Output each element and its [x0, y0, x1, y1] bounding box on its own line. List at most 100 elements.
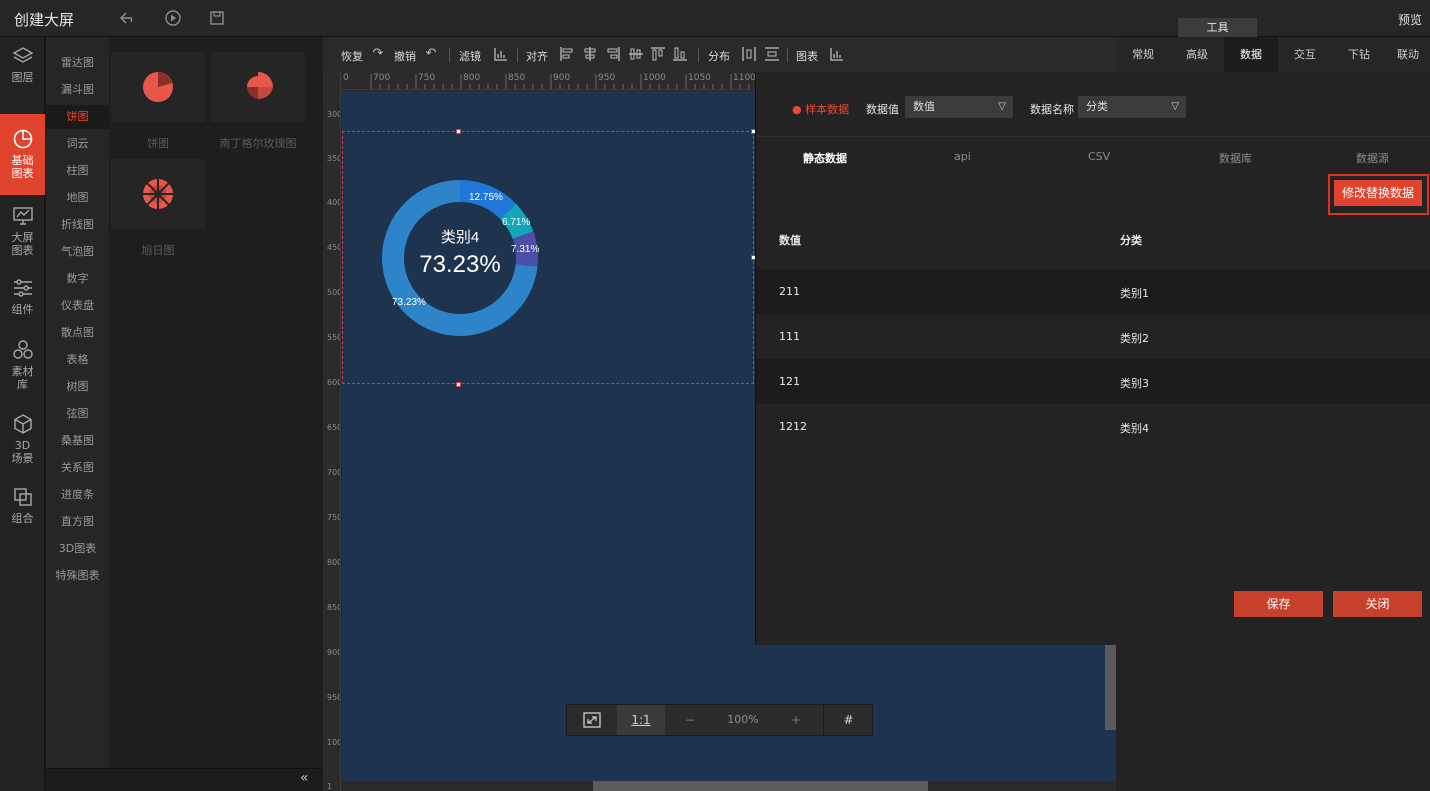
align-center-icon[interactable]	[582, 46, 598, 62]
undo-icon[interactable]	[119, 9, 137, 27]
tab-linkage[interactable]: 联动	[1386, 37, 1430, 72]
save-button[interactable]: 保存	[1234, 591, 1323, 617]
cell-value[interactable]: 111	[779, 330, 800, 343]
cell-value[interactable]: 1212	[779, 420, 807, 433]
category-item[interactable]: 树图	[46, 375, 109, 399]
subtab-datasource[interactable]: 数据源	[1356, 150, 1389, 166]
tools-tab[interactable]: 工具	[1178, 18, 1257, 37]
category-item[interactable]: 折线图	[46, 213, 109, 237]
redo-icon[interactable]: ↷	[370, 46, 386, 62]
ruler-label: 300	[327, 110, 341, 119]
category-item[interactable]: 关系图	[46, 456, 109, 480]
table-row[interactable]: 211 类别1	[756, 269, 1430, 314]
table-row[interactable]: 121 类别3	[756, 359, 1430, 404]
value-field-select[interactable]: 数值 ▽	[905, 96, 1013, 118]
selection-box[interactable]	[342, 131, 754, 384]
subtab-csv[interactable]: CSV	[1088, 150, 1110, 163]
category-item[interactable]: 雷达图	[46, 51, 109, 75]
tab-drilldown[interactable]: 下钻	[1332, 37, 1386, 72]
horizontal-scrollbar[interactable]	[593, 781, 928, 791]
category-item[interactable]: 漏斗图	[46, 78, 109, 102]
cell-value[interactable]: 211	[779, 285, 800, 298]
sunburst-thumb-icon	[143, 179, 173, 209]
category-item-selected[interactable]: 饼图	[46, 105, 109, 129]
category-item[interactable]: 桑基图	[46, 429, 109, 453]
align-top-icon[interactable]	[650, 46, 666, 62]
undo-button[interactable]: 撤销	[394, 48, 416, 64]
pie-chart-icon	[13, 129, 32, 149]
align-left-icon[interactable]	[559, 46, 575, 62]
nav-bigscreen-charts[interactable]: 大屏 图表	[0, 205, 45, 275]
zoom-out-button[interactable]: −	[665, 705, 715, 735]
nav-assets[interactable]: 素材 库	[0, 339, 45, 409]
align-button[interactable]: 对齐	[526, 48, 548, 64]
thumb-rose[interactable]	[211, 52, 305, 122]
resize-handle[interactable]	[456, 382, 461, 387]
play-icon[interactable]	[164, 9, 182, 27]
category-item[interactable]: 散点图	[46, 321, 109, 345]
align-middle-icon[interactable]	[628, 46, 644, 62]
thumb-pie-label: 饼图	[147, 137, 169, 150]
table-row[interactable]: 1212 类别4	[756, 404, 1430, 449]
nav-components[interactable]: 组件	[0, 277, 45, 347]
redo-button[interactable]: 恢复	[341, 48, 363, 64]
tab-advanced[interactable]: 高级	[1170, 37, 1224, 72]
name-field-select[interactable]: 分类 ▽	[1078, 96, 1186, 118]
category-item[interactable]: 进度条	[46, 483, 109, 507]
category-item[interactable]: 柱图	[46, 159, 109, 183]
nav-layers[interactable]: 图层	[0, 45, 45, 115]
tab-general[interactable]: 常规	[1116, 37, 1170, 72]
chart-button[interactable]: 图表	[796, 48, 818, 64]
undo-arrow-icon[interactable]: ↶	[423, 46, 439, 62]
subtab-database[interactable]: 数据库	[1219, 150, 1252, 166]
zoom-level: 100%	[727, 713, 759, 726]
category-item[interactable]: 表格	[46, 348, 109, 372]
fit-screen-icon[interactable]	[567, 705, 617, 735]
filter-chart-icon[interactable]	[493, 46, 509, 62]
subtab-api[interactable]: api	[954, 150, 971, 163]
zoom-in-button[interactable]: +	[771, 705, 821, 735]
cell-category[interactable]: 类别4	[1120, 420, 1149, 436]
cell-category[interactable]: 类别2	[1120, 330, 1149, 346]
preview-button[interactable]: 预览	[1398, 11, 1422, 28]
replace-data-button[interactable]: 修改替换数据	[1334, 180, 1422, 206]
distribute-button[interactable]: 分布	[708, 48, 730, 64]
category-item[interactable]: 弦图	[46, 402, 109, 426]
table-row[interactable]: 111 类别2	[756, 314, 1430, 359]
cell-category[interactable]: 类别3	[1120, 375, 1149, 391]
distribute-h-icon[interactable]	[741, 46, 757, 62]
align-right-icon[interactable]	[605, 46, 621, 62]
category-item[interactable]: 仪表盘	[46, 294, 109, 318]
nav-basic-charts[interactable]: 基础 图表	[0, 114, 45, 195]
tab-interaction[interactable]: 交互	[1278, 37, 1332, 72]
category-item[interactable]: 数字	[46, 267, 109, 291]
chart-icon[interactable]	[829, 46, 845, 62]
category-item[interactable]: 词云	[46, 132, 109, 156]
align-bottom-icon[interactable]	[672, 46, 688, 62]
category-item[interactable]: 3D图表	[46, 537, 109, 561]
grid-icon[interactable]: #	[823, 705, 873, 735]
cell-category[interactable]: 类别1	[1120, 285, 1149, 301]
collapse-left-icon[interactable]: «	[300, 770, 309, 786]
category-item[interactable]: 气泡图	[46, 240, 109, 264]
name-field-label: 数据名称	[1030, 103, 1074, 116]
category-item[interactable]: 特殊图表	[46, 564, 109, 588]
category-item[interactable]: 直方图	[46, 510, 109, 534]
category-item[interactable]: 地图	[46, 186, 109, 210]
one-to-one-button[interactable]: 1:1	[617, 705, 665, 735]
property-tabs: 常规 高级 数据 交互 下钻 联动	[1116, 37, 1430, 72]
tab-data[interactable]: 数据	[1224, 37, 1278, 72]
save-icon[interactable]	[208, 9, 226, 27]
filter-button[interactable]: 滤镜	[459, 48, 481, 64]
thumb-sunburst[interactable]	[111, 159, 205, 229]
resize-handle[interactable]	[456, 129, 461, 134]
thumb-pie[interactable]	[111, 52, 205, 122]
vertical-scrollbar[interactable]	[1105, 645, 1116, 730]
nav-3d-scene[interactable]: 3D 场景	[0, 413, 45, 483]
close-button[interactable]: 关闭	[1333, 591, 1422, 617]
subtab-static[interactable]: 静态数据	[803, 150, 847, 166]
nav-group[interactable]: 组合	[0, 486, 45, 556]
ruler-label: 800	[327, 558, 341, 567]
distribute-v-icon[interactable]	[764, 46, 780, 62]
cell-value[interactable]: 121	[779, 375, 800, 388]
